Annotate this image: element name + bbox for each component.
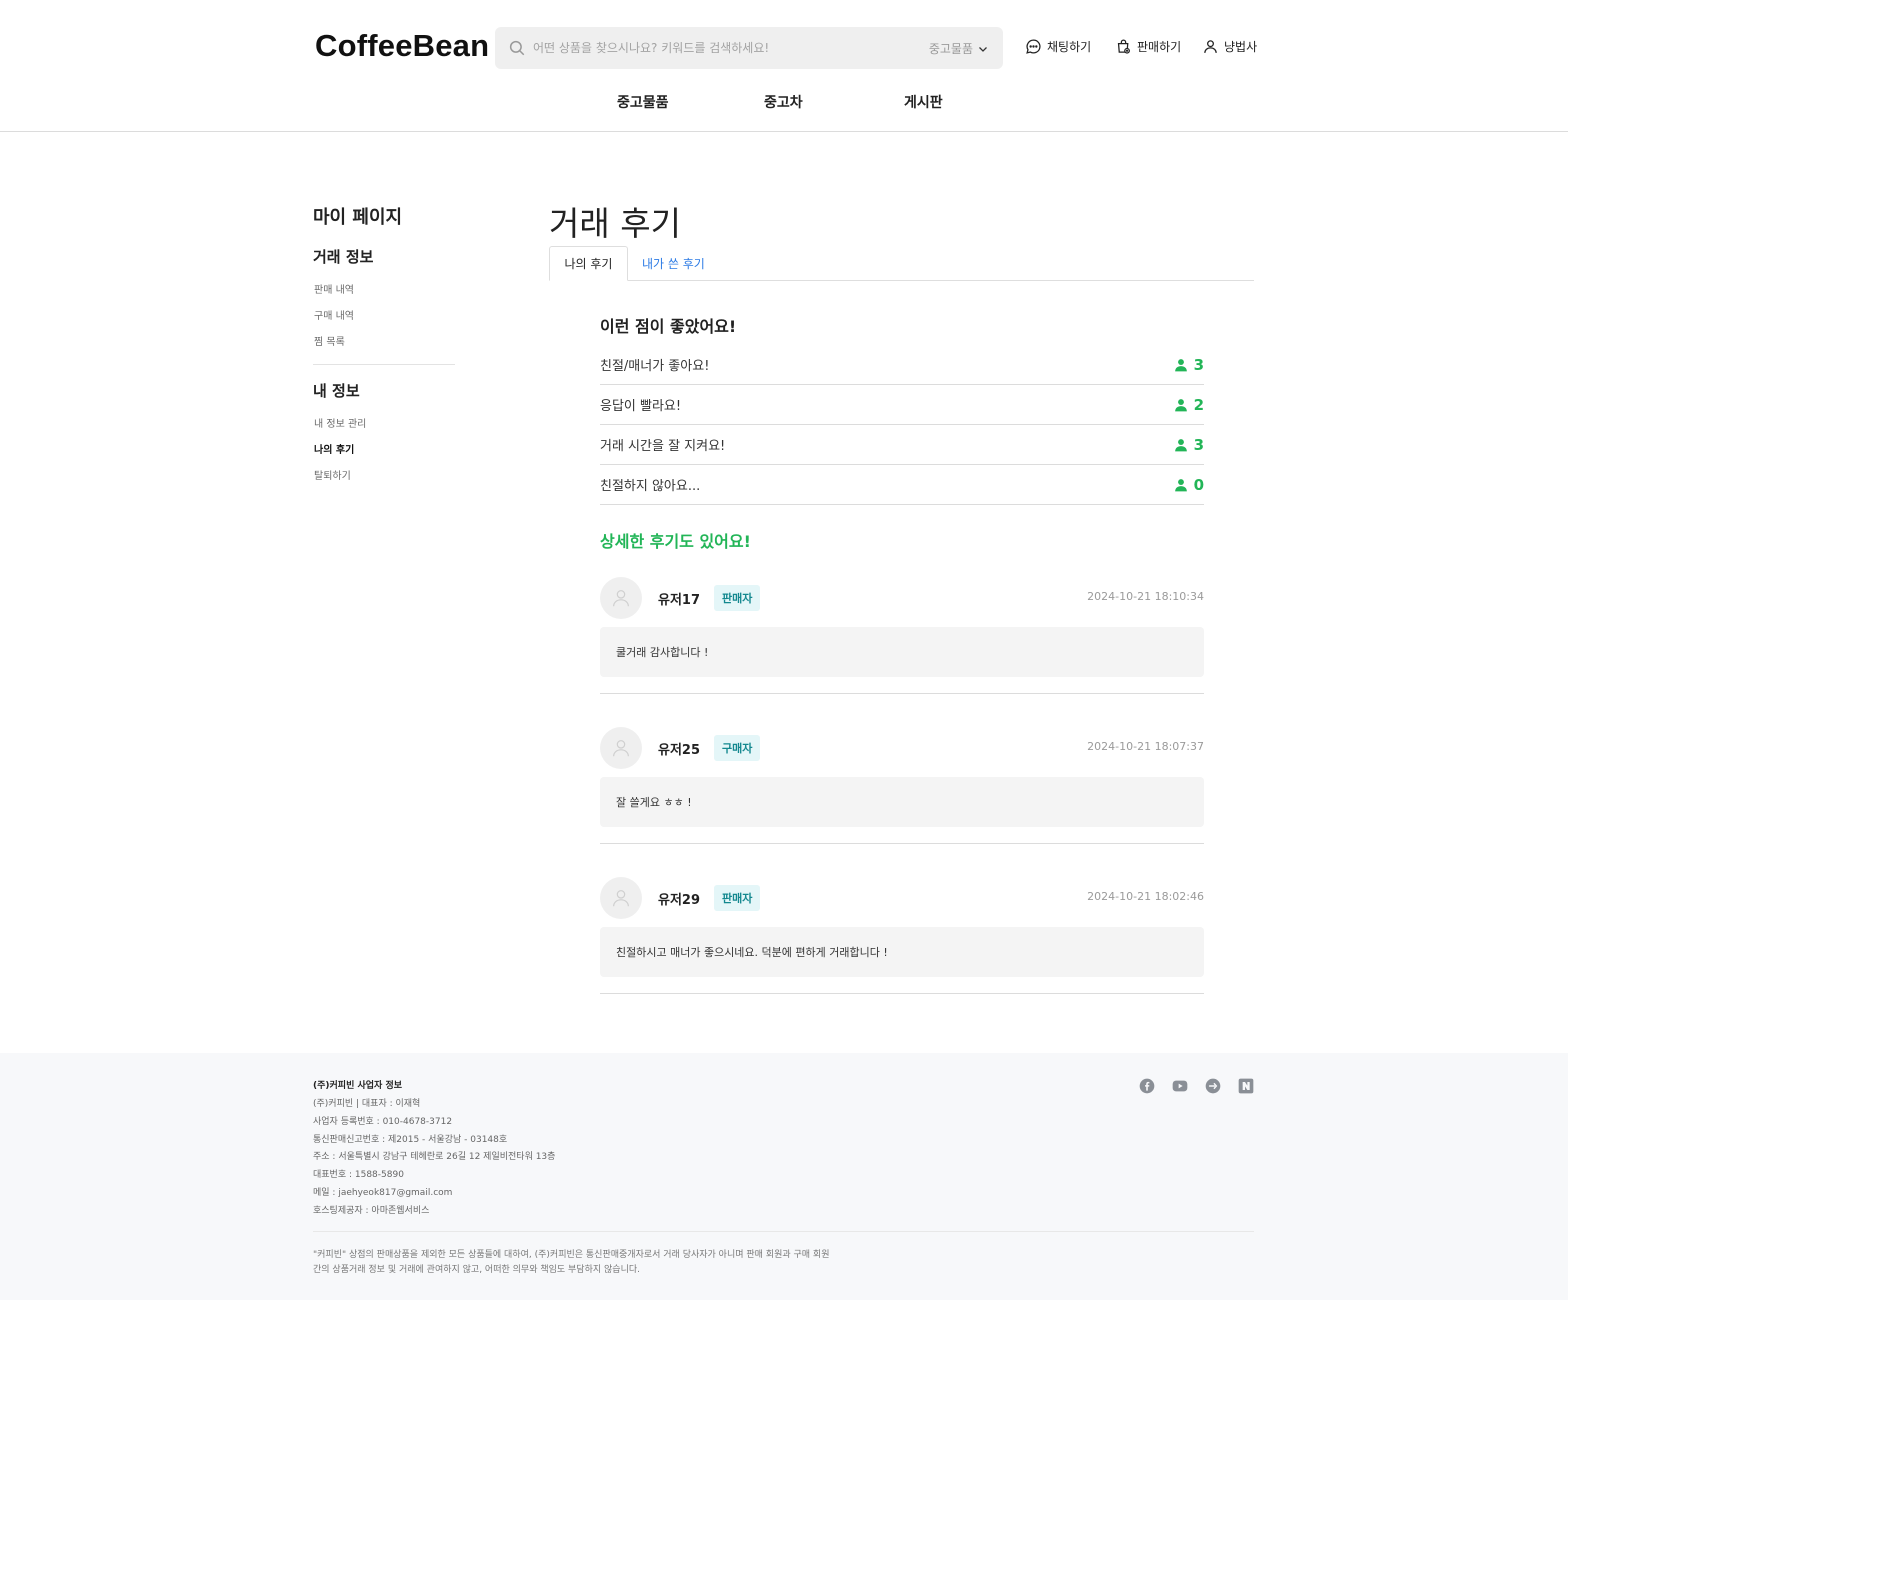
review-date: 2024-10-21 18:07:37 (1087, 740, 1204, 753)
avatar (600, 577, 642, 619)
default-avatar-icon (613, 590, 629, 607)
person-icon (1174, 438, 1187, 451)
review-date: 2024-10-21 18:02:46 (1087, 890, 1204, 903)
review-text: 잘 쓸게요 ㅎㅎ ! (600, 777, 1204, 827)
sidebar-item-manage-info[interactable]: 내 정보 관리 (314, 415, 366, 430)
good-point-label: 거래 시간을 잘 지켜요! (600, 439, 726, 454)
nav-board[interactable]: 게시판 (904, 92, 943, 112)
default-avatar-icon (613, 890, 629, 907)
user-icon (1204, 40, 1217, 53)
person-icon (1174, 398, 1187, 411)
user-link-label: 냥법사 (1224, 40, 1258, 54)
good-point-count-value: 0 (1193, 475, 1204, 494)
search-bar[interactable]: 중고물품 (495, 27, 1003, 69)
footer-info-line: 메일 : jaehyeok817@gmail.com (313, 1188, 453, 1198)
user-link[interactable]: 냥법사 (1202, 38, 1257, 55)
default-avatar-icon (613, 740, 629, 757)
good-point-label: 응답이 빨라요! (600, 399, 682, 414)
footer-company-title: (주)커피빈 사업자 정보 (313, 1081, 403, 1091)
search-category-select[interactable]: 중고물품 (929, 40, 989, 57)
search-icon (508, 39, 526, 57)
sell-link[interactable]: 판매하기 (1115, 38, 1181, 55)
good-point-label: 친절/매너가 좋아요! (600, 359, 710, 374)
sidebar-item-wishlist[interactable]: 찜 목록 (314, 333, 345, 348)
tab-written-reviews[interactable]: 내가 쓴 후기 (628, 246, 719, 281)
footer-info-line: 호스팅제공자 : 아마존웹서비스 (313, 1206, 430, 1216)
good-point-row: 응답이 빨라요! 2 (600, 385, 1204, 425)
good-point-row: 거래 시간을 잘 지켜요! 3 (600, 425, 1204, 465)
good-point-count: 3 (1174, 356, 1204, 374)
page-title: 거래 후기 (549, 204, 681, 243)
good-point-count: 0 (1174, 476, 1204, 494)
good-point-row: 친절/매너가 좋아요! 3 (600, 345, 1204, 385)
sidebar-divider (313, 364, 455, 365)
detail-reviews-title: 상세한 후기도 있어요! (600, 532, 751, 551)
tab-my-reviews[interactable]: 나의 후기 (549, 246, 628, 281)
role-badge: 판매자 (714, 885, 761, 911)
review-text: 쿨거래 감사합니다 ! (600, 627, 1204, 677)
footer-info-line: 통신판매신고번호 : 제2015 - 서울강남 - 03148호 (313, 1135, 508, 1145)
chat-icon (1026, 39, 1041, 54)
reviewer-name: 유저25 (658, 743, 701, 758)
good-point-row: 친절하지 않아요... 0 (600, 465, 1204, 505)
reviewer-name: 유저17 (658, 593, 701, 608)
footer-info-line: 대표번호 : 1588-5890 (313, 1170, 404, 1180)
youtube-icon[interactable] (1172, 1078, 1188, 1094)
shopping-bag-icon (1117, 39, 1130, 54)
footer-info-line: (주)커피빈 | 대표자 : 이재혁 (313, 1099, 421, 1109)
search-input[interactable] (533, 27, 913, 69)
sidebar-item-purchases[interactable]: 구매 내역 (314, 307, 354, 322)
good-point-count-value: 2 (1193, 395, 1204, 414)
sidebar-title: 마이 페이지 (313, 207, 403, 228)
good-points-title: 이런 점이 좋았어요! (600, 317, 737, 336)
person-icon (1174, 478, 1187, 491)
avatar (600, 727, 642, 769)
review-date: 2024-10-21 18:10:34 (1087, 590, 1204, 603)
chevron-down-icon (979, 46, 987, 52)
person-icon (1174, 358, 1187, 371)
nav-used-cars[interactable]: 중고차 (764, 92, 803, 112)
good-point-count: 3 (1174, 436, 1204, 454)
reviewer-name: 유저29 (658, 893, 701, 908)
good-point-count-value: 3 (1193, 435, 1204, 454)
footer-divider (313, 1231, 1254, 1232)
review-text: 친절하시고 매너가 좋으시네요. 덕분에 편하게 거래합니다 ! (600, 927, 1204, 977)
role-badge: 구매자 (714, 735, 761, 761)
facebook-icon[interactable] (1139, 1078, 1155, 1094)
chat-link[interactable]: 채팅하기 (1025, 38, 1091, 55)
footer-info-line: 사업자 등록번호 : 010-4678-3712 (313, 1117, 453, 1127)
header-divider (0, 131, 1568, 132)
sidebar-item-sales[interactable]: 판매 내역 (314, 281, 354, 296)
sidebar-item-withdraw[interactable]: 탈퇴하기 (314, 467, 351, 482)
footer-info-line: 주소 : 서울특별시 강남구 테헤란로 26길 12 제일비전타워 13층 (313, 1152, 556, 1162)
kakao-icon[interactable] (1205, 1078, 1221, 1094)
review-divider (600, 693, 1204, 694)
footer-notice: "커피빈" 상점의 판매상품을 제외한 모든 상품들에 대하여, (주)커피빈은… (313, 1250, 830, 1275)
sell-link-label: 판매하기 (1137, 40, 1182, 54)
logo[interactable]: CoffeeBean (315, 28, 489, 64)
chat-link-label: 채팅하기 (1047, 40, 1092, 54)
nav-used-goods[interactable]: 중고물품 (617, 92, 669, 112)
good-point-label: 친절하지 않아요... (600, 479, 701, 494)
review-divider (600, 993, 1204, 994)
sidebar-section-myinfo: 내 정보 (313, 382, 360, 400)
good-point-count-value: 3 (1193, 355, 1204, 374)
review-divider (600, 843, 1204, 844)
good-point-count: 2 (1174, 396, 1204, 414)
naver-icon[interactable] (1238, 1078, 1254, 1094)
role-badge: 판매자 (714, 585, 761, 611)
avatar (600, 877, 642, 919)
search-category-label: 중고물품 (928, 42, 973, 56)
sidebar-section-trade: 거래 정보 (313, 248, 374, 266)
sidebar-item-my-reviews[interactable]: 나의 후기 (314, 441, 354, 456)
